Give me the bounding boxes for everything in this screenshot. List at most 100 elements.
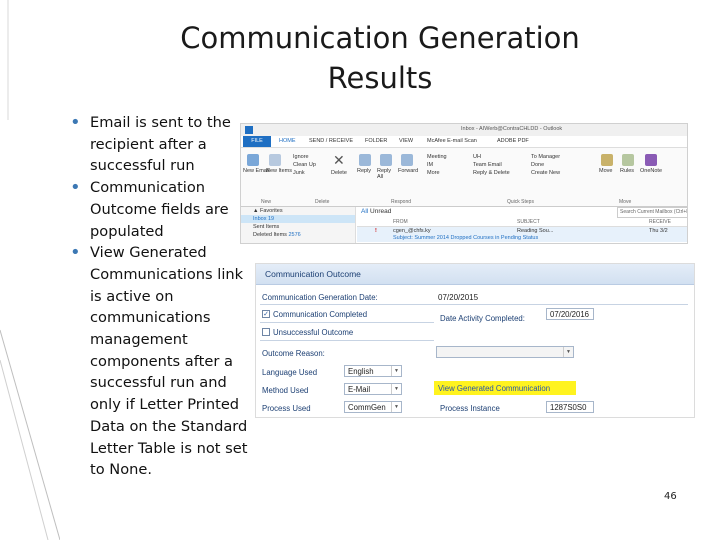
delete-icon: ✕	[333, 152, 345, 168]
title-line-1: Communication Generation	[180, 21, 580, 55]
outlook-body: ▲ Favorites Inbox 19 Sent Items Deleted …	[241, 207, 687, 243]
chevron-down-icon: ▼	[391, 366, 401, 376]
language-select[interactable]: English ▼	[344, 365, 402, 377]
tab-mcafee[interactable]: McAfee E-mail Scan	[427, 138, 477, 144]
outlook-titlebar: Inbox - AIWerb@ContraCHLDD - Outlook	[241, 124, 687, 136]
move-button[interactable]: Move	[599, 168, 612, 174]
reply-all-button[interactable]: Reply All	[377, 168, 395, 180]
quickstep-team-email[interactable]: Team Email	[473, 162, 502, 168]
cleanup-button[interactable]: Clean Up	[293, 162, 316, 168]
method-label: Method Used	[262, 386, 309, 395]
process-label: Process Used	[262, 404, 311, 413]
filter-all[interactable]: All	[361, 208, 368, 215]
meeting-button[interactable]: Meeting	[427, 154, 447, 160]
email-from: cgen_@chfs.ky	[393, 228, 431, 234]
search-input[interactable]: Search Current Mailbox (Ctrl+E)	[617, 207, 687, 218]
view-generated-communication-link[interactable]: View Generated Communication	[434, 381, 576, 395]
quickstep-to-manager[interactable]: To Manager	[531, 154, 560, 160]
quickstep-uh[interactable]: UH	[473, 154, 481, 160]
quickstep-create-new[interactable]: Create New	[531, 170, 560, 176]
col-from[interactable]: FROM	[393, 219, 408, 225]
im-button[interactable]: IM	[427, 162, 433, 168]
tab-view[interactable]: VIEW	[399, 138, 413, 144]
favorites-header[interactable]: ▲ Favorites	[241, 207, 355, 215]
delete-button[interactable]: Delete	[331, 170, 347, 176]
process-instance-field[interactable]: 1287S0S0	[546, 401, 594, 413]
folder-pane: ▲ Favorites Inbox 19 Sent Items Deleted …	[241, 207, 356, 243]
unsuccessful-checkbox[interactable]	[262, 328, 270, 336]
method-select[interactable]: E-Mail ▼	[344, 383, 402, 395]
folder-deleted-items[interactable]: Deleted Items 2576	[241, 231, 355, 239]
list-filters: All Unread	[361, 208, 391, 215]
chevron-down-icon: ▼	[563, 347, 573, 357]
completed-label: Communication Completed	[273, 310, 368, 319]
divider	[260, 322, 434, 323]
forward-button[interactable]: Forward	[398, 168, 418, 174]
reason-label: Outcome Reason:	[262, 349, 325, 358]
bullet-item: • Email is sent to the recipient after a …	[70, 112, 254, 177]
group-respond: Respond	[391, 199, 412, 205]
reply-all-icon	[380, 154, 392, 166]
process-value: CommGen	[348, 403, 386, 412]
email-subject: Reading Sou...	[517, 228, 554, 234]
tab-file[interactable]: FILE	[243, 136, 271, 147]
ribbon-tabs: FILE HOME SEND / RECEIVE FOLDER VIEW McA…	[241, 136, 687, 148]
outlook-logo-icon	[245, 126, 253, 134]
bullet-text: Communication Outcome fields are populat…	[90, 179, 229, 240]
bullet-item: • View Generated Communications link is a…	[70, 242, 254, 481]
bullet-dot-icon: •	[70, 177, 81, 199]
tab-folder[interactable]: FOLDER	[365, 138, 387, 144]
quickstep-done[interactable]: Done	[531, 162, 544, 168]
communication-outcome-panel: Communication Outcome Communication Gene…	[255, 263, 695, 418]
reply-button[interactable]: Reply	[357, 168, 371, 174]
folder-deleted-label: Deleted Items	[253, 232, 287, 238]
outlook-screenshot: Inbox - AIWerb@ContraCHLDD - Outlook FIL…	[240, 123, 688, 244]
date-activity-label: Date Activity Completed:	[440, 314, 525, 323]
slide-title: Communication Generation Results	[150, 18, 610, 98]
forward-icon	[401, 154, 413, 166]
bullet-item: • Communication Outcome fields are popula…	[70, 177, 254, 242]
onenote-button[interactable]: OneNote	[640, 168, 662, 174]
process-select[interactable]: CommGen ▼	[344, 401, 402, 413]
reason-select[interactable]: ▼	[436, 346, 574, 358]
more-button[interactable]: More	[427, 170, 440, 176]
col-received[interactable]: RECEIVE	[649, 219, 671, 225]
inbox-count: 19	[268, 216, 275, 222]
gen-date-label: Communication Generation Date:	[262, 293, 378, 302]
bullet-dot-icon: •	[70, 112, 81, 133]
date-activity-field[interactable]: 07/20/2016	[546, 308, 594, 320]
view-link-text: View Generated Communication	[438, 384, 551, 393]
junk-button[interactable]: Junk	[293, 170, 305, 176]
group-delete: Delete	[315, 199, 330, 205]
unsuccessful-label: Unsuccessful Outcome	[273, 328, 354, 337]
group-new: New	[261, 199, 272, 205]
page-number: 46	[664, 491, 677, 502]
tab-adobe-pdf[interactable]: ADOBE PDF	[497, 138, 529, 144]
window-title: Inbox - AIWerb@ContraCHLDD - Outlook	[461, 126, 563, 132]
divider	[260, 340, 434, 341]
move-icon	[601, 154, 613, 166]
new-items-button[interactable]: New Items	[266, 168, 292, 174]
quickstep-reply-delete[interactable]: Reply & Delete	[473, 170, 510, 176]
list-header-row: FROM SUBJECT RECEIVE	[357, 219, 687, 227]
filter-unread[interactable]: Unread	[370, 208, 391, 215]
process-instance-label: Process Instance	[440, 404, 500, 413]
ignore-button[interactable]: Ignore	[293, 154, 309, 160]
tab-home[interactable]: HOME	[279, 138, 296, 144]
col-subject[interactable]: SUBJECT	[517, 219, 540, 225]
title-line-2: Results	[327, 61, 433, 95]
chevron-down-icon: ▼	[391, 384, 401, 394]
new-items-icon	[269, 154, 281, 166]
importance-icon: !	[375, 228, 377, 234]
divider	[260, 304, 688, 305]
panel-header-title: Communication Outcome	[265, 269, 361, 279]
folder-inbox[interactable]: Inbox 19	[241, 215, 355, 223]
folder-sent-items[interactable]: Sent Items	[241, 223, 355, 231]
tab-send-receive[interactable]: SEND / RECEIVE	[309, 138, 353, 144]
folder-inbox-label: Inbox	[253, 216, 267, 222]
completed-checkbox[interactable]: ✓	[262, 310, 270, 318]
email-preview: Subject: Summer 2014 Dropped Courses in …	[393, 235, 539, 241]
table-row[interactable]: ! cgen_@chfs.ky Reading Sou... Thu 3/2 S…	[357, 227, 687, 242]
rules-button[interactable]: Rules	[620, 168, 634, 174]
bullet-list: • Email is sent to the recipient after a …	[70, 112, 254, 481]
